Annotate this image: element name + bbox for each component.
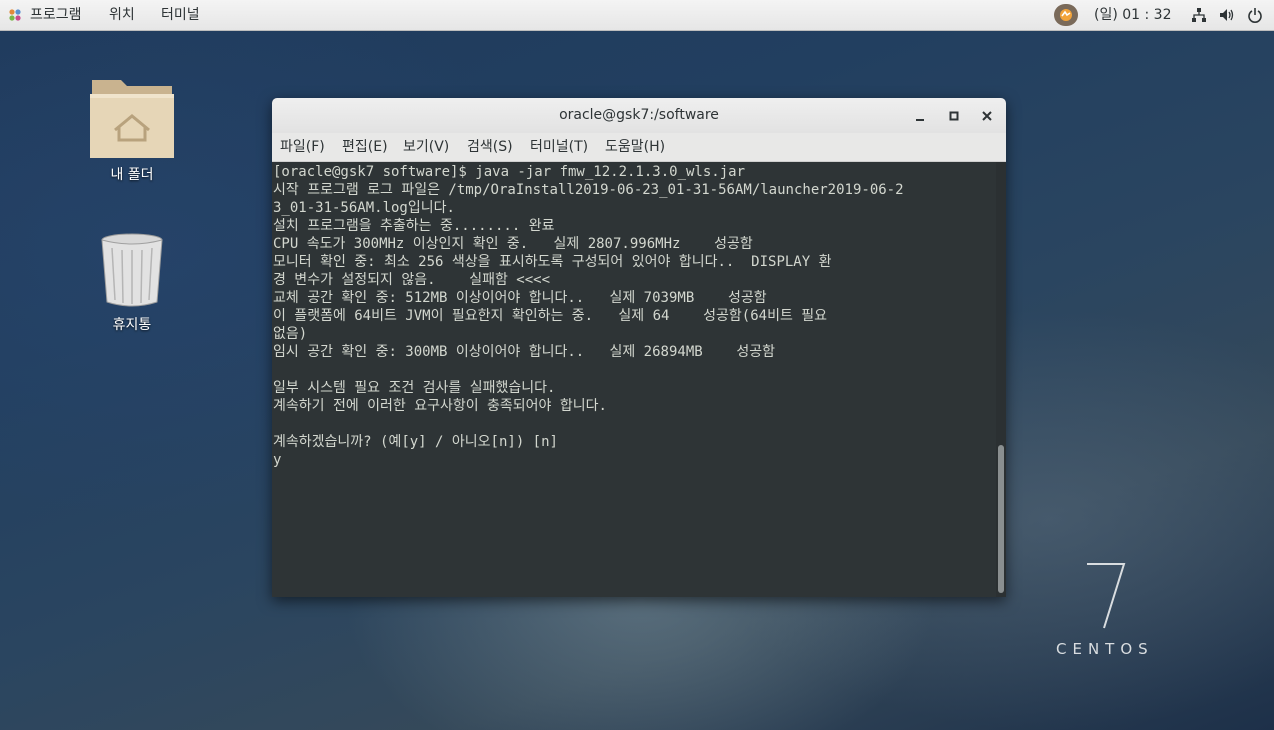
terminal-line: 시작 프로그램 로그 파일은 /tmp/OraInstall2019-06-23… [273, 182, 904, 198]
terminal-line: 설치 프로그램을 추출하는 중........ 완료 [273, 218, 555, 234]
close-button[interactable] [976, 105, 998, 127]
centos-wordmark: CENTOS [1056, 640, 1154, 658]
menu-terminal[interactable]: 터미널(T) [530, 133, 588, 161]
close-icon [982, 111, 992, 121]
terminal-line: 경 변수가 설정되지 않음. 실패함 <<<< [273, 272, 551, 288]
terminal-line: 이 플랫폼에 64비트 JVM이 필요한지 확인하는 중. 실제 64 성공함(… [273, 308, 828, 324]
home-folder-shortcut[interactable]: 내 폴더 [87, 74, 177, 186]
terminal-line: 임시 공간 확인 중: 300MB 이상이어야 합니다.. 실제 26894MB… [273, 344, 776, 360]
clock[interactable]: (일) 01 : 32 [1094, 0, 1172, 30]
terminal-scrollbar[interactable] [996, 162, 1006, 597]
terminal-line: 없음) [273, 326, 308, 342]
terminal-line: 계속하기 전에 이러한 요구사항이 충족되어야 합니다. [273, 398, 607, 414]
window-title: oracle@gsk7:/software [559, 107, 719, 123]
home-folder-icon [90, 80, 174, 158]
maximize-button[interactable] [943, 105, 965, 127]
terminal-line: 교체 공간 확인 중: 512MB 이상이어야 합니다.. 실제 7039MB … [273, 290, 767, 306]
trash-label: 휴지통 [112, 317, 152, 333]
scrollbar-thumb[interactable] [998, 445, 1004, 593]
terminal-line: 모니터 확인 중: 최소 256 색상을 표시하도록 구성되어 있어야 합니다.… [273, 254, 832, 270]
top-panel: 프로그램 위치 터미널 (일) 01 : 32 [0, 0, 1274, 31]
power-icon[interactable] [1247, 7, 1263, 23]
menu-help[interactable]: 도움말(H) [605, 133, 665, 161]
terminal-line: 일부 시스템 필요 조건 검사를 실패했습니다. [273, 380, 556, 396]
terminal-line: 3_01-31-56AM.log입니다. [273, 200, 455, 216]
places-menu[interactable]: 위치 [109, 0, 135, 30]
menu-view[interactable]: 보기(V) [403, 133, 449, 161]
terminal-output[interactable]: [oracle@gsk7 software]$ java -jar fmw_12… [272, 162, 996, 597]
menu-edit[interactable]: 편집(E) [342, 133, 388, 161]
terminal-line: CPU 속도가 300MHz 이상인지 확인 중. 실제 2807.996MHz… [273, 236, 753, 252]
centos-7-logo [1087, 563, 1126, 629]
home-folder-label: 내 폴더 [110, 167, 154, 183]
trash-shortcut[interactable]: 휴지통 [87, 230, 177, 336]
trash-icon [101, 233, 163, 307]
minimize-icon [916, 119, 924, 121]
terminal-window[interactable]: oracle@gsk7:/software 파일(F) 편집(E) 보기(V) … [272, 98, 1006, 597]
terminal-prompt-line: y [273, 452, 282, 468]
terminal-menubar: 파일(F) 편집(E) 보기(V) 검색(S) 터미널(T) 도움말(H) [272, 133, 1006, 162]
maximize-icon [949, 111, 959, 121]
minimize-button[interactable] [909, 105, 931, 127]
network-icon[interactable] [1191, 7, 1207, 23]
terminal-line: 계속하겠습니까? (예[y] / 아니오[n]) [n] [273, 434, 558, 450]
terminal-app-menu[interactable]: 터미널 [161, 0, 200, 30]
software-update-icon[interactable] [1054, 4, 1078, 26]
volume-icon[interactable] [1219, 7, 1235, 23]
window-titlebar[interactable]: oracle@gsk7:/software [272, 98, 1006, 134]
menu-file[interactable]: 파일(F) [280, 133, 325, 161]
terminal-line: [oracle@gsk7 software]$ java -jar fmw_12… [273, 164, 746, 180]
applications-icon [9, 9, 21, 21]
menu-search[interactable]: 검색(S) [467, 133, 513, 161]
applications-menu[interactable]: 프로그램 [30, 0, 82, 30]
